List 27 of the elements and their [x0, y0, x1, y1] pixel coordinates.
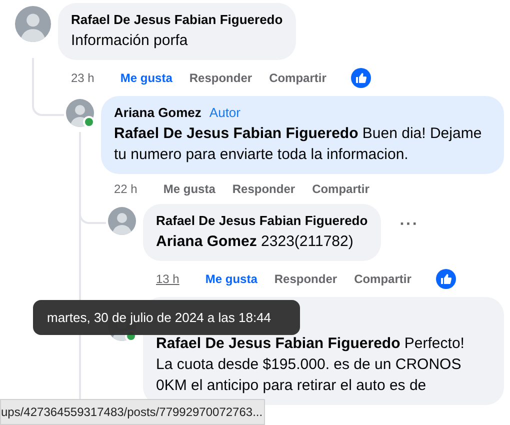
avatar[interactable]	[15, 6, 51, 42]
author-name[interactable]: Rafael De Jesus Fabian Figueredo	[71, 12, 283, 27]
like-link[interactable]: Me gusta	[120, 71, 172, 85]
avatar[interactable]	[108, 207, 136, 235]
more-button[interactable]: ···	[400, 216, 419, 234]
comment-text: Rafael De Jesus Fabian Figueredo Buen dia! Dejame tu numero para enviarte toda la informacion.	[114, 124, 483, 165]
author-name[interactable]: Rafael De Jesus Fabian Figueredo	[156, 213, 368, 228]
reply-link[interactable]: Responder	[232, 182, 296, 196]
reply-link[interactable]: Responder	[189, 71, 252, 85]
date-tooltip: martes, 30 de julio de 2024 a las 18:44	[33, 300, 300, 335]
timestamp-link[interactable]: 22 h	[114, 182, 138, 196]
share-link[interactable]: Compartir	[312, 182, 370, 196]
author-label: Autor	[209, 105, 240, 120]
like-link[interactable]: Me gusta	[205, 272, 258, 286]
comment-text: Información porfa	[71, 31, 189, 51]
reply-link[interactable]: Responder	[274, 272, 338, 286]
thread-line	[32, 58, 64, 116]
comment-text: Ariana Gomez 2323(211782)	[156, 232, 354, 252]
like-link[interactable]: Me gusta	[163, 182, 216, 196]
avatar[interactable]	[66, 99, 94, 127]
share-link[interactable]: Compartir	[269, 71, 326, 85]
author-name[interactable]: Ariana Gomez	[114, 105, 202, 120]
timestamp-link[interactable]: 23 h	[71, 71, 94, 85]
comment-text: Rafael De Jesus Fabian Figueredo Perfecto! La cuota desde $195.000. es de un CRONOS 0KM el anticipo para retirar el auto es de	[156, 334, 466, 396]
status-bar-url: ups/427364559317483/posts/77992970072763...	[0, 399, 265, 425]
share-link[interactable]: Compartir	[354, 272, 412, 286]
timestamp-link[interactable]: 13 h	[156, 272, 180, 286]
